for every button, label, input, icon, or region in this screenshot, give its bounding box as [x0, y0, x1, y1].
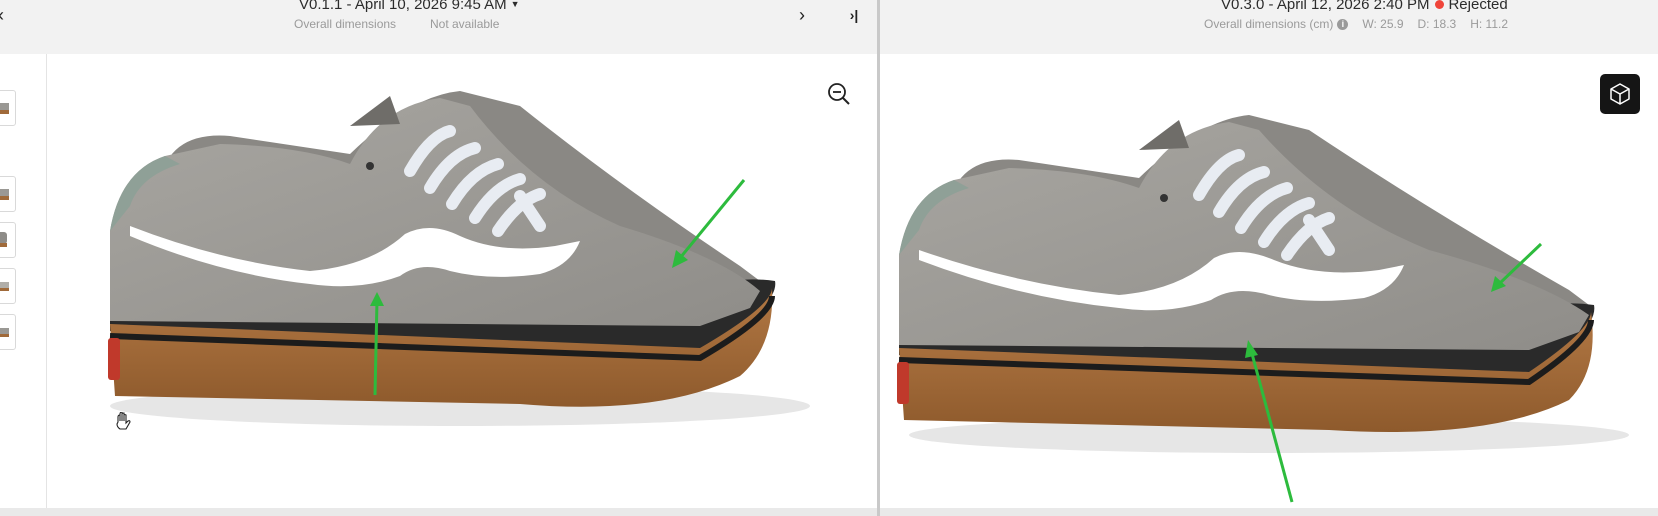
skip-to-end-icon[interactable]: ›|	[843, 4, 865, 26]
right-compare-pane: V0.3.0 - April 12, 2026 2:40 PM Rejected …	[880, 0, 1658, 516]
right-version-row: V0.3.0 - April 12, 2026 2:40 PM Rejected	[1221, 0, 1508, 13]
left-compare-pane: ‹ V0.1.1 - April 10, 2026 9:45 AM▼ Overa…	[0, 0, 877, 516]
dimension-width: W: 25.9	[1362, 17, 1404, 31]
left-dimensions-label: Overall dimensions	[294, 17, 397, 31]
left-version-selector[interactable]: V0.1.1 - April 10, 2026 9:45 AM ▼	[299, 0, 520, 13]
annotation-arrow-4	[1491, 242, 1543, 292]
hand-icon	[114, 411, 132, 437]
annotation-arrow-1	[370, 292, 384, 396]
right-bottom-strip	[880, 508, 1658, 516]
chevron-down-icon: ▼	[510, 0, 520, 9]
zoom-out-icon[interactable]	[827, 82, 851, 106]
thumbnail-2[interactable]	[0, 176, 16, 212]
thumbnail-5[interactable]	[0, 314, 16, 350]
left-bottom-strip	[0, 508, 877, 516]
3d-cube-icon[interactable]	[1600, 74, 1640, 114]
thumbnail-strip	[0, 54, 47, 508]
thumbnail-3[interactable]	[0, 222, 16, 258]
thumbnail-1[interactable]	[0, 90, 16, 126]
status-dot-icon	[1435, 0, 1445, 10]
right-dimensions-label: Overall dimensions (cm)	[1204, 17, 1334, 31]
chevron-left-icon[interactable]: ‹	[0, 4, 12, 26]
left-dimensions-value: Not available	[430, 17, 500, 31]
right-header: V0.3.0 - April 12, 2026 2:40 PM Rejected …	[880, 0, 1658, 54]
right-version-label: V0.3.0 - April 12, 2026 2:40 PM	[1221, 0, 1430, 13]
annotation-arrow-3	[1245, 340, 1294, 503]
dimension-height: H: 11.2	[1470, 17, 1509, 31]
status-badge: Rejected	[1448, 0, 1508, 13]
annotation-arrow-2	[672, 179, 746, 268]
right-dimensions-row: Overall dimensions (cm) i W: 25.9 D: 18.3 H:…	[1204, 17, 1508, 31]
left-version-label: V0.1.1 - April 10, 2026 9:45 AM	[299, 0, 507, 13]
info-icon[interactable]: i	[1337, 19, 1349, 30]
dimension-depth: D: 18.3	[1417, 17, 1457, 31]
left-header: ‹ V0.1.1 - April 10, 2026 9:45 AM▼ Overa…	[0, 0, 877, 54]
thumbnail-4[interactable]	[0, 268, 16, 304]
chevron-right-icon[interactable]: ›	[791, 4, 813, 26]
